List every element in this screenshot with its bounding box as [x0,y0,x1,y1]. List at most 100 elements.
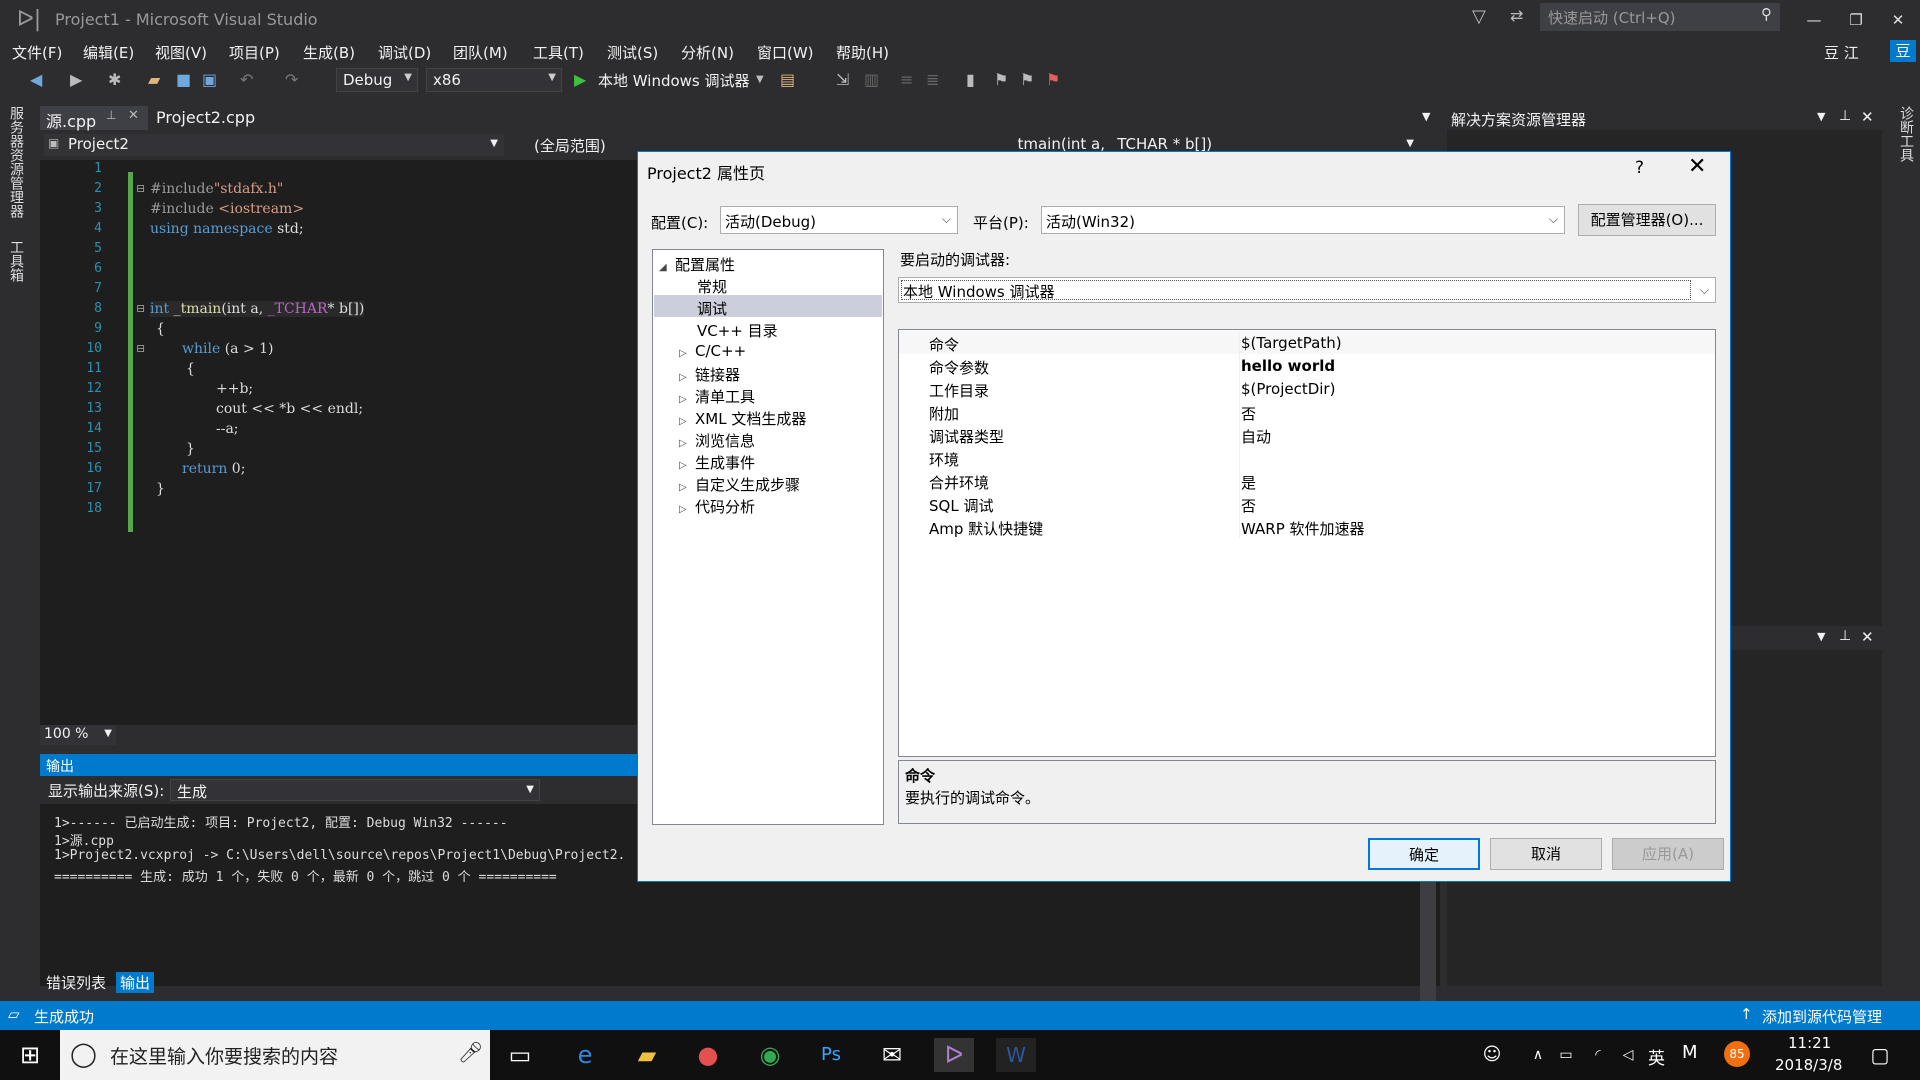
mail-icon[interactable]: ✉ [872,1038,912,1072]
pin-icon[interactable]: ⊥ [1839,108,1851,124]
menu-team[interactable]: 团队(M) [453,42,508,63]
open-file-icon[interactable]: ▰ [148,70,160,89]
clock-time[interactable]: 11:21 [1788,1034,1831,1052]
expand-icon[interactable]: ▷ [679,416,695,427]
chevron-down-icon[interactable]: ▼ [756,74,764,85]
expand-icon[interactable]: ◢ [659,262,675,273]
filter-icon[interactable]: ▽ [1472,6,1486,27]
people-icon[interactable]: ☺ [1472,1038,1512,1072]
prev-bookmark-icon[interactable]: ⚑ [994,70,1008,89]
menu-window[interactable]: 窗口(W) [757,42,814,63]
save-all-icon[interactable]: ▣ [202,70,217,89]
new-project-icon[interactable]: ✱ [108,70,121,89]
ime-indicator[interactable]: 英 [1648,1044,1665,1069]
project-nav-select[interactable]: ▣ Project2 ▼ [44,134,504,156]
config-select[interactable]: 活动(Debug) ⌵ [720,206,958,234]
help-button[interactable]: ? [1635,158,1644,178]
menu-project[interactable]: 项目(P) [229,42,280,63]
expand-icon[interactable]: ▷ [679,482,695,493]
volume-icon[interactable]: ◁ [1608,1038,1648,1072]
tab-source-cpp[interactable]: 源.cpp ⊥ ✕ [40,106,148,131]
add-to-source-control[interactable]: 添加到源代码管理 [1762,1006,1882,1027]
property-value[interactable]: 否 [1241,403,1256,424]
cancel-button[interactable]: 取消 [1490,838,1602,870]
close-button[interactable]: ✕ [1880,6,1916,34]
menu-test[interactable]: 测试(S) [607,42,658,63]
collapse-icon[interactable]: ⊟ [136,182,145,195]
property-value[interactable]: 否 [1241,495,1256,516]
chevron-down-icon[interactable]: ▼ [1817,630,1825,643]
clock-date[interactable]: 2018/3/8 [1775,1056,1842,1074]
server-explorer-tab[interactable]: 服务器资源管理器 [6,106,26,218]
property-row[interactable]: 命令 $(TargetPath) [899,331,1715,354]
code-editor[interactable]: 1 2 3 4 5 6 7 8 9 10 11 12 13 14 15 16 17 18 ⊟ #include"s… [40,160,640,726]
collapse-icon[interactable]: ⊟ [136,342,145,355]
collapse-icon[interactable]: ⊟ [136,302,145,315]
property-value[interactable]: $(TargetPath) [1241,334,1342,352]
chevron-down-icon[interactable]: ▼ [1817,110,1825,123]
feedback-icon[interactable]: ⇄ [1510,6,1523,25]
step-icon[interactable]: ⇲ [836,70,849,89]
tree-item-config-properties[interactable]: ◢ 配置属性 [659,254,735,275]
property-row[interactable]: 环境 [899,446,1715,469]
expand-icon[interactable]: ▷ [679,372,695,383]
expand-icon[interactable]: ▷ [679,348,695,359]
next-bookmark-icon[interactable]: ⚑ [1020,70,1034,89]
toolbox-tab[interactable]: 工具箱 [6,240,26,282]
menu-help[interactable]: 帮助(H) [836,42,889,63]
start-debugger-button[interactable]: 本地 Windows 调试器 [598,70,750,91]
back-icon[interactable]: ◀ [30,70,42,89]
visual-studio-taskbar-icon[interactable]: ᐅ [934,1038,974,1072]
property-row[interactable]: 合并环境 是 [899,469,1715,492]
config-manager-button[interactable]: 配置管理器(O)... [1578,204,1716,236]
solution-config-select[interactable]: Debug ▼ [336,68,418,92]
property-value[interactable]: hello world [1241,357,1335,375]
restore-button[interactable]: ❐ [1838,6,1874,34]
dialog-close-icon[interactable]: ✕ [1688,154,1706,179]
menu-build[interactable]: 生成(B) [303,42,355,63]
user-name[interactable]: 豆 江 [1824,42,1859,63]
output-source-select[interactable]: 生成 ▼ [170,779,540,801]
edge-icon[interactable]: e [565,1038,605,1072]
close-icon[interactable]: ✕ [1861,628,1874,646]
tree-item-build-events[interactable]: ▷ 生成事件 [679,452,755,473]
app-icon[interactable]: ● [688,1038,728,1072]
expand-icon[interactable]: ▷ [679,460,695,471]
debugger-select[interactable]: 本地 Windows 调试器 ⌵ [898,277,1716,303]
menu-file[interactable]: 文件(F) [12,42,62,63]
file-explorer-icon[interactable]: ▰ [627,1038,667,1072]
menu-analyze[interactable]: 分析(N) [681,42,734,63]
tab-project2-cpp[interactable]: Project2.cpp [150,106,290,130]
expand-icon[interactable]: ▷ [679,438,695,449]
action-center-icon[interactable]: ▢ [1860,1038,1900,1072]
menu-debug[interactable]: 调试(D) [378,42,431,63]
tree-item-manifest-tool[interactable]: ▷ 清单工具 [679,386,755,407]
microphone-icon[interactable]: 🎤︎ [458,1040,483,1064]
indent-icon[interactable]: ≡ [900,70,913,89]
tab-output[interactable]: 输出 [116,972,155,993]
expand-icon[interactable]: ▷ [679,504,695,515]
comment-icon[interactable]: ▥ [864,70,879,89]
notification-badge[interactable]: 85 [1724,1041,1750,1067]
menu-tools[interactable]: 工具(T) [533,42,584,63]
outdent-icon[interactable]: ≣ [926,70,939,89]
property-row[interactable]: 工作目录 $(ProjectDir) [899,377,1715,400]
property-row[interactable]: 命令参数 hello world [899,354,1715,377]
property-value[interactable]: WARP 软件加速器 [1241,518,1365,539]
word-icon[interactable]: W [996,1038,1036,1072]
tab-list-icon[interactable]: ▼ [1422,110,1430,123]
tree-item-vc-directories[interactable]: VC++ 目录 [697,320,778,341]
tree-item-code-analysis[interactable]: ▷ 代码分析 [679,496,755,517]
property-value[interactable]: 自动 [1241,426,1271,447]
save-icon[interactable]: ■ [176,70,191,89]
quick-launch-input[interactable]: 快速启动 (Ctrl+Q) ⚲ [1540,3,1780,31]
taskbar-search-box[interactable]: ◯ 在这里输入你要搜索的内容 🎤︎ [60,1030,490,1080]
menu-edit[interactable]: 编辑(E) [83,42,134,63]
user-badge[interactable]: 豆 [1890,40,1916,62]
property-row[interactable]: SQL 调试 否 [899,492,1715,515]
photoshop-icon[interactable]: Ps [811,1038,851,1072]
tree-item-cpp[interactable]: ▷ C/C++ [679,342,746,360]
platform-select[interactable]: 活动(Win32) ⌵ [1041,206,1565,234]
menu-view[interactable]: 视图(V) [155,42,207,63]
close-icon[interactable]: ✕ [1861,108,1874,126]
